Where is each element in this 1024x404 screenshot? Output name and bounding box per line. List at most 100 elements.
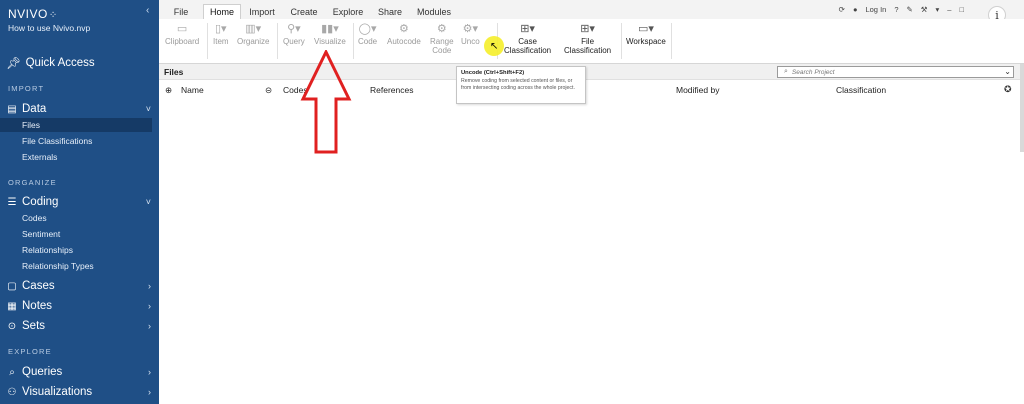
pin-icon[interactable]: ✎	[907, 5, 913, 14]
minimize-icon[interactable]: –	[947, 5, 951, 14]
navigation-sidebar: NVIVO⁘ ‹ How to use Nvivo.nvp 📌︎ Quick A…	[0, 0, 159, 404]
tab-share[interactable]: Share	[374, 4, 406, 19]
files-list	[159, 98, 1020, 404]
help-icon[interactable]: ?	[894, 5, 898, 14]
pin-icon: 📌︎	[6, 58, 21, 70]
section-label-explore: EXPLORE	[8, 347, 52, 356]
chevron-down-icon[interactable]: ⌄	[1004, 67, 1011, 76]
search-input[interactable]: ⌕ Search Project ⌄	[777, 66, 1014, 78]
tab-import[interactable]: Import	[245, 4, 279, 19]
user-icon[interactable]: ●	[853, 5, 858, 14]
annotation-arrow-icon	[300, 50, 352, 154]
refresh-icon[interactable]: ⟳	[839, 5, 845, 14]
uncode-icon: ⚙▾	[462, 23, 479, 35]
sidebar-item-sentiment[interactable]: Sentiment	[0, 227, 152, 241]
scrollbar[interactable]	[1020, 64, 1024, 152]
clipboard-button[interactable]: ▭ Clipboard	[165, 22, 199, 46]
uncode-label: Unco	[461, 37, 480, 46]
column-header-references[interactable]: References	[370, 85, 413, 95]
sidebar-item-files[interactable]: Files	[0, 118, 152, 132]
range-code-button[interactable]: ⚙ Range Code	[430, 22, 454, 55]
nav-group-coding[interactable]: ☰ Coding ˅	[0, 194, 159, 210]
chevron-left-icon[interactable]: ‹	[146, 5, 149, 16]
range-code-icon: ⚙	[436, 23, 447, 35]
section-label-import: IMPORT	[8, 84, 45, 93]
sidebar-item-file-classifications[interactable]: File Classifications	[0, 134, 152, 148]
login-link[interactable]: Log In	[865, 5, 886, 14]
uncode-tooltip: Uncode (Ctrl+Shift+F2) Remove coding fro…	[456, 66, 586, 104]
autocode-button[interactable]: ⚙ Autocode	[387, 22, 421, 46]
organize-button[interactable]: ▥▾ Organize	[237, 22, 269, 46]
search-placeholder: Search Project	[791, 68, 835, 76]
app-logo: NVIVO⁘	[8, 7, 58, 21]
dropdown-icon[interactable]: ▾	[936, 5, 940, 14]
query-icon: ⚲▾	[287, 23, 301, 35]
search-icon: ⌕	[784, 68, 788, 75]
app-logo-dots: ⁘	[48, 10, 58, 21]
sidebar-item-externals[interactable]: Externals	[0, 150, 152, 164]
quick-access-label: Quick Access	[25, 57, 95, 69]
item-label: Item	[213, 37, 229, 46]
nav-group-notes[interactable]: ▦ Notes ›	[0, 298, 159, 314]
ribbon-toolbar: ▭ Clipboard ▯▾ Item ▥▾ Organize ⚲▾ Query…	[159, 19, 1024, 64]
tab-explore[interactable]: Explore	[329, 4, 367, 19]
cases-icon: ▢	[7, 280, 17, 292]
item-button[interactable]: ▯▾ Item	[213, 22, 229, 46]
chevron-right-icon: ›	[148, 387, 151, 397]
tab-modules[interactable]: Modules	[413, 4, 455, 19]
page-title: Files	[164, 67, 184, 77]
nav-group-visualizations[interactable]: ⚇ Visualizations ›	[0, 384, 159, 400]
app-logo-text: NVIVO	[8, 7, 48, 21]
uncode-button[interactable]: ⚙▾ Unco	[461, 22, 480, 46]
file-classification-button[interactable]: ⊞▾ File Classification	[564, 22, 611, 55]
column-header-name[interactable]: Name	[181, 85, 204, 95]
nav-group-sets[interactable]: ⊙ Sets ›	[0, 318, 159, 334]
item-icon: ▯▾	[214, 23, 227, 35]
nav-group-cases[interactable]: ▢ Cases ›	[0, 278, 159, 294]
tooltip-body: Remove coding from selected content or f…	[461, 78, 575, 91]
clipboard-icon: ▭	[176, 23, 188, 35]
project-name: How to use Nvivo.nvp	[8, 23, 91, 33]
case-classification-button[interactable]: ⊞▾ Case Classification	[504, 22, 551, 55]
ribbon-tab-bar: File Home Import Create Explore Share Mo…	[159, 0, 1024, 19]
organize-label: Organize	[237, 37, 270, 46]
query-label: Query	[283, 37, 305, 46]
ribbon-separator	[277, 23, 278, 59]
expand-all-icon[interactable]: ⊕	[165, 85, 172, 96]
tab-home[interactable]: Home	[203, 4, 241, 19]
nav-group-data[interactable]: ▤ Data ˅	[0, 101, 159, 117]
code-icon: ◯▾	[358, 23, 377, 35]
nav-group-label: Sets	[22, 320, 46, 332]
tools-icon[interactable]: ⚒	[921, 5, 928, 14]
tab-create[interactable]: Create	[287, 4, 321, 19]
code-button[interactable]: ◯▾ Code	[358, 22, 377, 46]
restore-icon[interactable]: □	[959, 5, 964, 14]
ribbon-separator	[353, 23, 354, 59]
clipboard-label: Clipboard	[165, 37, 200, 46]
quick-access[interactable]: 📌︎ Quick Access	[6, 55, 156, 71]
tab-file[interactable]: File	[167, 4, 195, 19]
column-header-modified-by[interactable]: Modified by	[676, 85, 719, 95]
organize-icon: ▥▾	[245, 23, 262, 35]
query-button[interactable]: ⚲▾ Query	[283, 22, 305, 46]
sidebar-item-relationship-types[interactable]: Relationship Types	[0, 259, 152, 273]
chevron-right-icon: ›	[148, 301, 151, 311]
autocode-label: Autocode	[387, 37, 421, 46]
sidebar-item-codes[interactable]: Codes	[0, 211, 152, 225]
case-classification-label: Case Classification	[504, 37, 552, 55]
files-pane-header: Files ⌕ Search Project ⌄	[159, 64, 1020, 80]
column-header-classification[interactable]: Classification	[836, 85, 886, 95]
workspace-label: Workspace	[626, 37, 666, 46]
ribbon-separator	[671, 23, 672, 59]
section-label-organize: ORGANIZE	[8, 178, 57, 187]
visualize-button[interactable]: ▮▮▾ Visualize	[314, 22, 346, 46]
chevron-down-icon: ˅	[145, 197, 151, 207]
mouse-cursor-icon: ↖	[490, 41, 499, 52]
column-settings-icon[interactable]: ✪	[1004, 84, 1012, 95]
sidebar-item-relationships[interactable]: Relationships	[0, 243, 152, 257]
autocode-icon: ⚙	[398, 23, 409, 35]
workspace-button[interactable]: ▭▾ Workspace	[626, 22, 666, 46]
range-code-label: Range Code	[430, 37, 454, 55]
window-controls: ⟳ ● Log In ? ✎ ⚒ ▾ – □	[839, 5, 964, 14]
nav-group-queries[interactable]: ⌕ Queries ›	[0, 364, 159, 380]
